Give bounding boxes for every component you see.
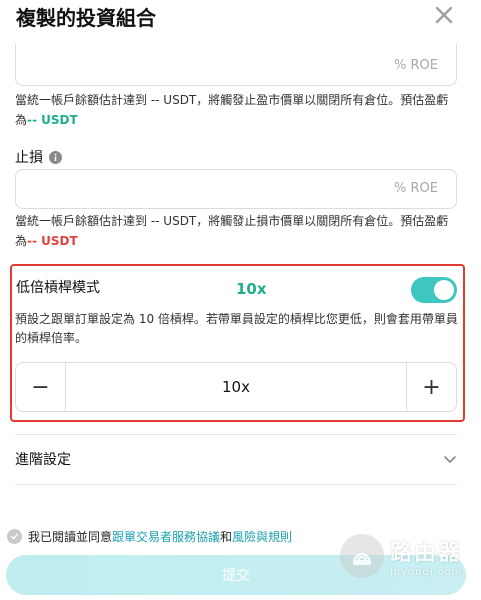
- take-profit-unit: % ROE: [394, 58, 438, 73]
- agreement-row: 我已閱讀並同意跟單交易者服務協議和風險與規則: [7, 528, 292, 545]
- stop-loss-unit: % ROE: [394, 181, 438, 196]
- leverage-value[interactable]: 10x: [66, 363, 406, 411]
- advanced-settings-row[interactable]: 進階設定: [15, 435, 457, 483]
- stop-loss-hint-text: 當統一帳戶餘額估計達到 -- USDT，將觸發止損市價單以關閉所有倉位。預估盈虧…: [15, 214, 449, 248]
- stop-loss-input[interactable]: % ROE: [15, 169, 457, 209]
- check-icon: [10, 533, 19, 540]
- stop-loss-label: 止損: [15, 150, 43, 166]
- agreement-prefix: 我已閱讀並同意: [28, 530, 113, 544]
- header: 複製的投資組合: [0, 0, 481, 40]
- toggle-knob: [434, 280, 454, 300]
- chevron-down-icon: [444, 456, 456, 463]
- agreement-and: 和: [220, 530, 233, 544]
- stop-loss-hint: 當統一帳戶餘額估計達到 -- USDT，將觸發止損市價單以關閉所有倉位。預估盈虧…: [15, 211, 465, 251]
- service-agreement-link[interactable]: 跟單交易者服務協議: [112, 530, 220, 544]
- watermark-sub: luyouqi.com: [390, 566, 463, 578]
- page-title: 複製的投資組合: [16, 6, 156, 30]
- low-leverage-label: 低倍槓桿模式: [16, 280, 100, 296]
- watermark-main: 路由器: [390, 540, 463, 566]
- take-profit-input[interactable]: % ROE: [15, 44, 457, 86]
- low-leverage-description: 預設之跟單訂單設定為 10 倍槓桿。若帶單員設定的槓桿比您更低，則會套用帶單員的…: [15, 312, 458, 345]
- leverage-stepper: − 10x +: [15, 362, 457, 412]
- info-icon[interactable]: [49, 150, 62, 164]
- take-profit-hint-text: 當統一帳戶餘額估計達到 -- USDT，將觸發止盈市價單以關閉所有倉位。預估盈虧…: [15, 93, 449, 127]
- advanced-settings-label: 進階設定: [15, 452, 71, 468]
- increase-button[interactable]: +: [406, 363, 456, 411]
- stop-loss-estimate: -- USDT: [27, 234, 78, 248]
- watermark: 路由器 luyouqi.com: [340, 534, 462, 578]
- take-profit-hint: 當統一帳戶餘額估計達到 -- USDT，將觸發止盈市價單以關閉所有倉位。預估盈虧…: [15, 90, 465, 130]
- decrease-button[interactable]: −: [16, 363, 66, 411]
- close-icon[interactable]: [433, 4, 455, 26]
- low-leverage-toggle[interactable]: [411, 277, 457, 303]
- stop-loss-label-row: 止損: [15, 147, 62, 167]
- router-icon: [340, 534, 384, 578]
- leverage-annotation: 10x: [236, 280, 267, 298]
- risk-rules-link[interactable]: 風險與規則: [232, 530, 292, 544]
- take-profit-estimate: -- USDT: [27, 113, 78, 127]
- agreement-checkbox[interactable]: [7, 529, 22, 544]
- divider: [15, 484, 457, 485]
